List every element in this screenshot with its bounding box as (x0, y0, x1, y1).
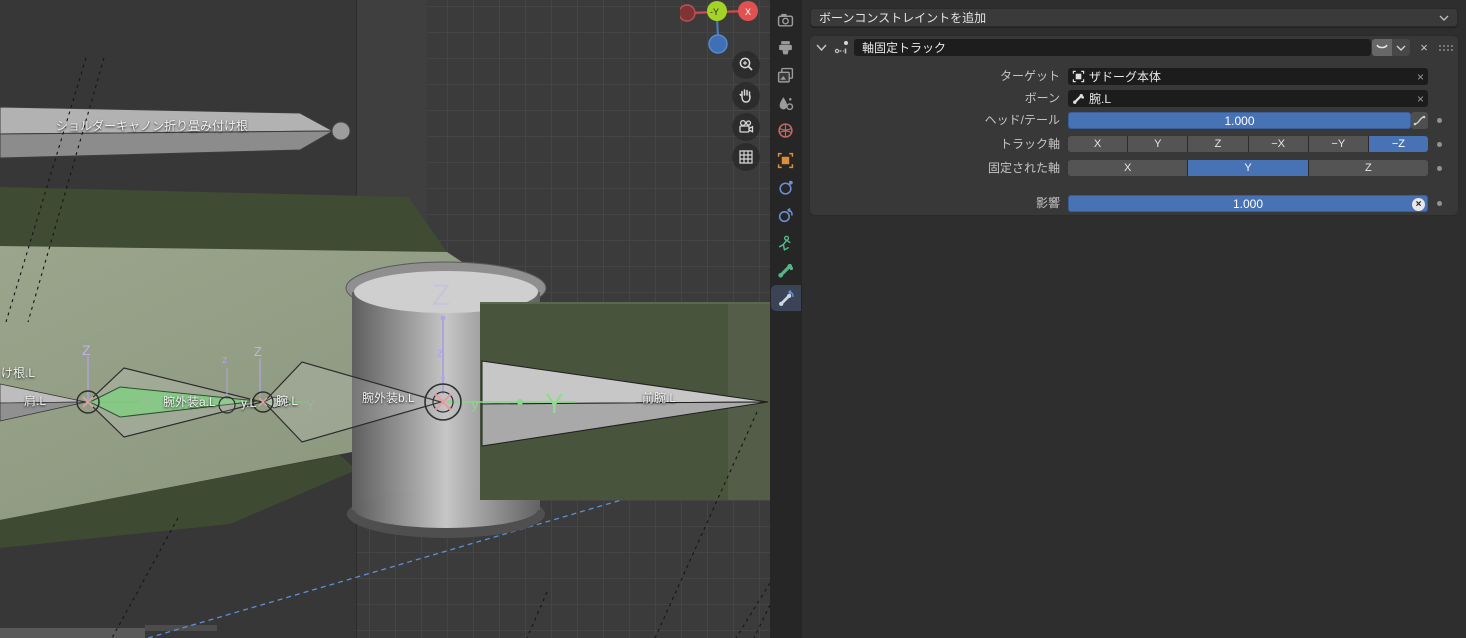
track-axis-y[interactable]: Y (1128, 136, 1187, 152)
tab-bone-constraints[interactable] (771, 285, 801, 311)
blender-window: Z Y z Z Y (0, 0, 1466, 638)
influence-value: 1.000 (1233, 197, 1263, 211)
influence-label: 影響 (810, 195, 1060, 212)
influence-clear-icon[interactable]: × (1412, 198, 1425, 211)
tab-physics[interactable] (770, 174, 801, 200)
constraint-name-value: 軸固定トラック (862, 39, 946, 56)
bone-label: 肩.L (24, 392, 46, 409)
axis-z-small: z (437, 345, 444, 360)
target-clear-icon[interactable]: × (1417, 70, 1424, 84)
tab-object[interactable] (770, 147, 801, 173)
viewport-3d[interactable]: Z Y z Z Y (0, 0, 770, 638)
track-axis-neg-x[interactable]: −X (1249, 136, 1308, 152)
bone-label: 前腕.L (642, 389, 676, 406)
track-axis-z[interactable]: Z (1188, 136, 1247, 152)
lock-axis-x[interactable]: X (1068, 160, 1187, 176)
gizmo-neg-y-label: -Y (710, 7, 719, 17)
bone-field-label: ボーン (810, 90, 1060, 107)
constraint-panel-locked-track: 軸固定トラック × ターゲット (810, 36, 1458, 215)
bone-value: 腕.L (1089, 90, 1417, 107)
tab-view-layer[interactable] (770, 62, 801, 88)
bone-label: 腕外装a.L (163, 393, 216, 410)
constraint-mute-toggle[interactable] (1372, 39, 1392, 56)
axis-y-big: Y (545, 388, 564, 419)
constraint-extras-menu[interactable] (1392, 39, 1410, 56)
panel-expand-icon[interactable] (816, 43, 827, 52)
track-axis-segment: X Y Z −X −Y −Z (1068, 136, 1428, 152)
scene-overlay: Z Y z Z Y (0, 0, 770, 638)
target-label: ターゲット (810, 68, 1060, 85)
axis-z-shoulder: Z (82, 342, 91, 358)
lock-axis-segment: X Y Z (1068, 160, 1428, 176)
object-data-icon (1072, 70, 1085, 83)
lock-axis-z[interactable]: Z (1309, 160, 1428, 176)
constraint-delete-button[interactable]: × (1416, 39, 1432, 56)
axis-y-shoulder: Y (143, 395, 152, 410)
bone-label: 腕外装b.L (362, 389, 415, 406)
target-value: ザドーグ本体 (1089, 68, 1417, 85)
axis-z-big: Z (432, 279, 450, 312)
decorator-dot[interactable] (1437, 201, 1442, 206)
track-axis-x[interactable]: X (1068, 136, 1127, 152)
axis-z-arm: Z (254, 344, 262, 359)
axis-y-arm: Y (306, 398, 315, 413)
tab-scene[interactable] (770, 90, 801, 116)
decorator-dot[interactable] (1437, 166, 1442, 171)
navigation-gizmo[interactable]: -Y X (680, 0, 770, 60)
viewport-camera-icon[interactable] (732, 113, 760, 141)
bone-label: け根.L (1, 364, 35, 381)
properties-editor: ボーンコンストレイントを追加 軸固定トラック × (770, 0, 1466, 638)
tab-object-constraints[interactable] (770, 202, 801, 228)
influence-slider[interactable]: 1.000 × (1068, 195, 1428, 212)
tab-armature-data[interactable] (770, 230, 801, 256)
decorator-dot[interactable] (1437, 142, 1442, 147)
head-tail-label: ヘッド/テール (810, 112, 1060, 129)
constraint-drag-handle[interactable] (1436, 39, 1456, 56)
zoom-icon[interactable] (732, 51, 760, 79)
locked-track-constraint-icon (834, 40, 850, 55)
lock-axis-y[interactable]: Y (1188, 160, 1307, 176)
mesh-shoulder-armor-top (0, 187, 447, 252)
bone-label: y.L (241, 396, 256, 410)
pan-hand-icon[interactable] (732, 82, 760, 110)
tab-output[interactable] (770, 34, 801, 60)
chevron-down-icon (1439, 14, 1449, 22)
gizmo-z-ball[interactable] (709, 35, 727, 53)
target-field[interactable]: ザドーグ本体 × (1068, 68, 1428, 85)
delete-x-label: × (1420, 40, 1428, 55)
bone-label: ショルダーキャノン折り畳み付け根 (56, 117, 248, 134)
decorator-dot[interactable] (1437, 118, 1442, 123)
gizmo-neg-x-ball[interactable] (680, 5, 695, 21)
bone-clear-icon[interactable]: × (1417, 92, 1424, 106)
track-axis-neg-y[interactable]: −Y (1309, 136, 1368, 152)
bone-icon (1072, 92, 1085, 105)
bone-label: 腕.L (276, 392, 298, 409)
tab-world[interactable] (770, 117, 801, 143)
add-bone-constraint-button[interactable]: ボーンコンストレイントを追加 (810, 8, 1458, 27)
track-axis-label: トラック軸 (810, 136, 1060, 153)
lock-axis-label: 固定された軸 (810, 160, 1060, 177)
constraint-name-field[interactable]: 軸固定トラック (854, 39, 1371, 56)
tab-bone[interactable] (770, 257, 801, 283)
ortho-grid-icon[interactable] (732, 143, 760, 171)
track-axis-neg-z[interactable]: −Z (1369, 136, 1428, 152)
properties-tab-column (770, 0, 802, 638)
tab-render[interactable] (770, 7, 801, 33)
bone-field[interactable]: 腕.L × (1068, 90, 1428, 107)
head-tail-value: 1.000 (1224, 114, 1254, 128)
axis-z-small-mid: z (222, 354, 228, 366)
axis-y-small: y (472, 398, 478, 412)
head-tail-slider[interactable]: 1.000 (1068, 112, 1411, 129)
use-bbone-shape-toggle[interactable] (1411, 112, 1428, 129)
add-bone-constraint-label: ボーンコンストレイントを追加 (819, 9, 986, 26)
gizmo-x-label: X (745, 7, 751, 17)
